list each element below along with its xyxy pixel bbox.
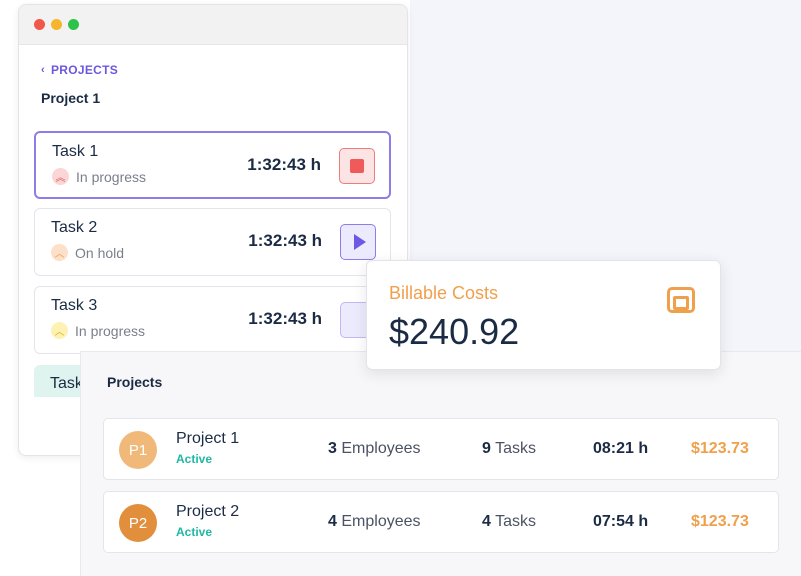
- project-avatar: P2: [119, 504, 157, 542]
- task-status-label: In progress: [75, 322, 146, 339]
- project-row-2[interactable]: P2 Project 2 Active 4 Employees 4 Tasks …: [103, 491, 779, 553]
- project-tasks: 4 Tasks: [482, 513, 536, 531]
- projects-title: Projects: [107, 374, 163, 390]
- task-card-2[interactable]: Task 2 ︿ On hold 1:32:43 h: [34, 208, 391, 276]
- minimize-window-button[interactable]: [51, 19, 62, 30]
- task-name: Task: [50, 375, 83, 392]
- chevron-up-icon: ︿: [51, 322, 68, 339]
- back-link-label: PROJECTS: [50, 63, 119, 77]
- task-time: 1:32:43 h: [248, 231, 322, 250]
- task-card-1[interactable]: Task 1 ︽ In progress 1:32:43 h: [34, 131, 391, 199]
- stop-icon: [350, 159, 364, 173]
- task-name: Task 1: [52, 143, 99, 160]
- task-status: ︿ On hold: [51, 244, 124, 261]
- task-status: ︿ In progress: [51, 322, 145, 339]
- double-chevron-up-icon: ︽: [52, 168, 69, 185]
- task-status-label: In progress: [76, 168, 147, 185]
- project-employees: 3 Employees: [328, 440, 421, 458]
- billable-costs-amount: $240.92: [389, 311, 520, 352]
- chevron-left-icon: ‹: [41, 64, 45, 76]
- employees-count: 4: [328, 513, 337, 530]
- play-timer-button[interactable]: [340, 224, 376, 260]
- close-window-button[interactable]: [34, 19, 45, 30]
- task-name: Task 2: [51, 219, 98, 236]
- employees-label: Employees: [341, 513, 421, 530]
- play-icon: [353, 234, 366, 250]
- project-hours: 07:54 h: [593, 513, 649, 530]
- project-hours: 08:21 h: [593, 440, 649, 457]
- maximize-window-button[interactable]: [68, 19, 79, 30]
- project-row-1[interactable]: P1 Project 1 Active 3 Employees 9 Tasks …: [103, 418, 779, 480]
- project-tasks: 9 Tasks: [482, 440, 536, 458]
- window-titlebar: [19, 5, 407, 45]
- project-cost: $123.73: [691, 440, 749, 457]
- projects-panel: Projects P1 Project 1 Active 3 Employees…: [80, 351, 801, 576]
- employees-label: Employees: [341, 440, 421, 457]
- billable-costs-card: Billable Costs $240.92: [366, 260, 721, 370]
- project-cost: $123.73: [691, 513, 749, 530]
- tasks-label: Tasks: [495, 513, 536, 530]
- project-name: Project 1: [176, 430, 240, 447]
- task-card-3[interactable]: Task 3 ︿ In progress 1:32:43 h: [34, 286, 391, 354]
- task-time: 1:32:43 h: [248, 309, 322, 328]
- wallet-icon: [667, 287, 695, 313]
- task-status-label: On hold: [75, 244, 125, 261]
- billable-costs-label: Billable Costs: [389, 283, 499, 303]
- project-status: Active: [176, 525, 213, 539]
- project-title: Project 1: [41, 90, 101, 106]
- back-to-projects-link[interactable]: ‹ PROJECTS: [41, 63, 118, 77]
- chevron-up-icon: ︿: [51, 244, 68, 261]
- tasks-label: Tasks: [495, 440, 536, 457]
- task-status: ︽ In progress: [52, 168, 146, 185]
- tasks-count: 4: [482, 513, 491, 530]
- project-name: Project 2: [176, 503, 240, 520]
- project-employees: 4 Employees: [328, 513, 421, 531]
- task-name: Task 3: [51, 297, 98, 314]
- employees-count: 3: [328, 440, 337, 457]
- stop-timer-button[interactable]: [339, 148, 375, 184]
- project-avatar: P1: [119, 431, 157, 469]
- task-time: 1:32:43 h: [247, 155, 321, 174]
- project-status: Active: [176, 452, 213, 466]
- tasks-count: 9: [482, 440, 491, 457]
